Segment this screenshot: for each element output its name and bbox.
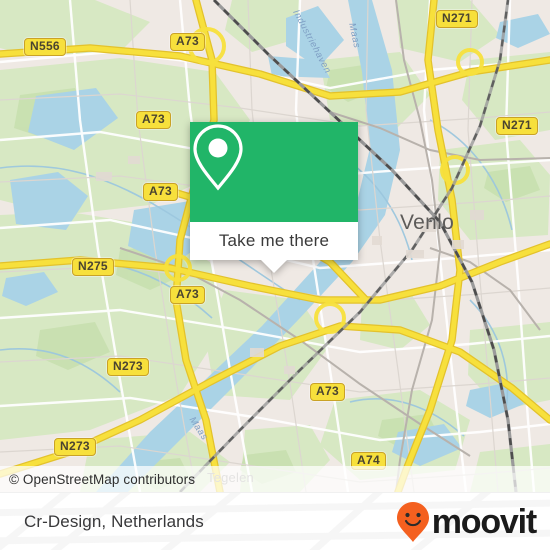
moovit-map-screenshot: N556 A73 A73 A73 N271 N271 N275 A73 N273 N273 A73 A… — [0, 0, 550, 550]
callout-footer[interactable]: Take me there — [190, 222, 358, 273]
road-shield-a73-7[interactable]: A73 — [170, 286, 205, 304]
take-me-there-label: Take me there — [218, 231, 330, 250]
road-shield-n273-9[interactable]: N273 — [54, 438, 96, 456]
road-shield-a73-10[interactable]: A73 — [310, 383, 345, 401]
road-shield-n271-4[interactable]: N271 — [436, 10, 478, 28]
moovit-logo[interactable]: moovit — [396, 501, 550, 543]
location-pin-icon — [193, 124, 243, 191]
road-shield-n556-0[interactable]: N556 — [24, 38, 66, 56]
page-footer: Cr-Design, Netherlands moovit — [0, 492, 550, 550]
road-shield-a73-2[interactable]: A73 — [136, 111, 171, 129]
moovit-wordmark: moovit — [431, 503, 537, 541]
moovit-smiley-pin-icon — [396, 502, 429, 542]
road-shield-n271-5[interactable]: N271 — [496, 117, 538, 135]
callout-header — [190, 122, 358, 222]
page-title: Cr-Design, Netherlands — [24, 512, 204, 531]
osm-attribution-text[interactable]: © OpenStreetMap contributors — [0, 472, 195, 487]
map-attribution-bar: © OpenStreetMap contributors — [0, 466, 550, 492]
road-shield-a73-3[interactable]: A73 — [143, 183, 178, 201]
road-shield-n275-6[interactable]: N275 — [72, 258, 114, 276]
road-shield-n273-8[interactable]: N273 — [107, 358, 149, 376]
map-canvas[interactable]: N556 A73 A73 A73 N271 N271 N275 A73 N273 N273 A73 A… — [0, 0, 550, 492]
road-shield-a73-1[interactable]: A73 — [170, 33, 205, 51]
callout-pointer — [261, 260, 287, 273]
map-callout-card[interactable]: Take me there — [190, 122, 358, 273]
